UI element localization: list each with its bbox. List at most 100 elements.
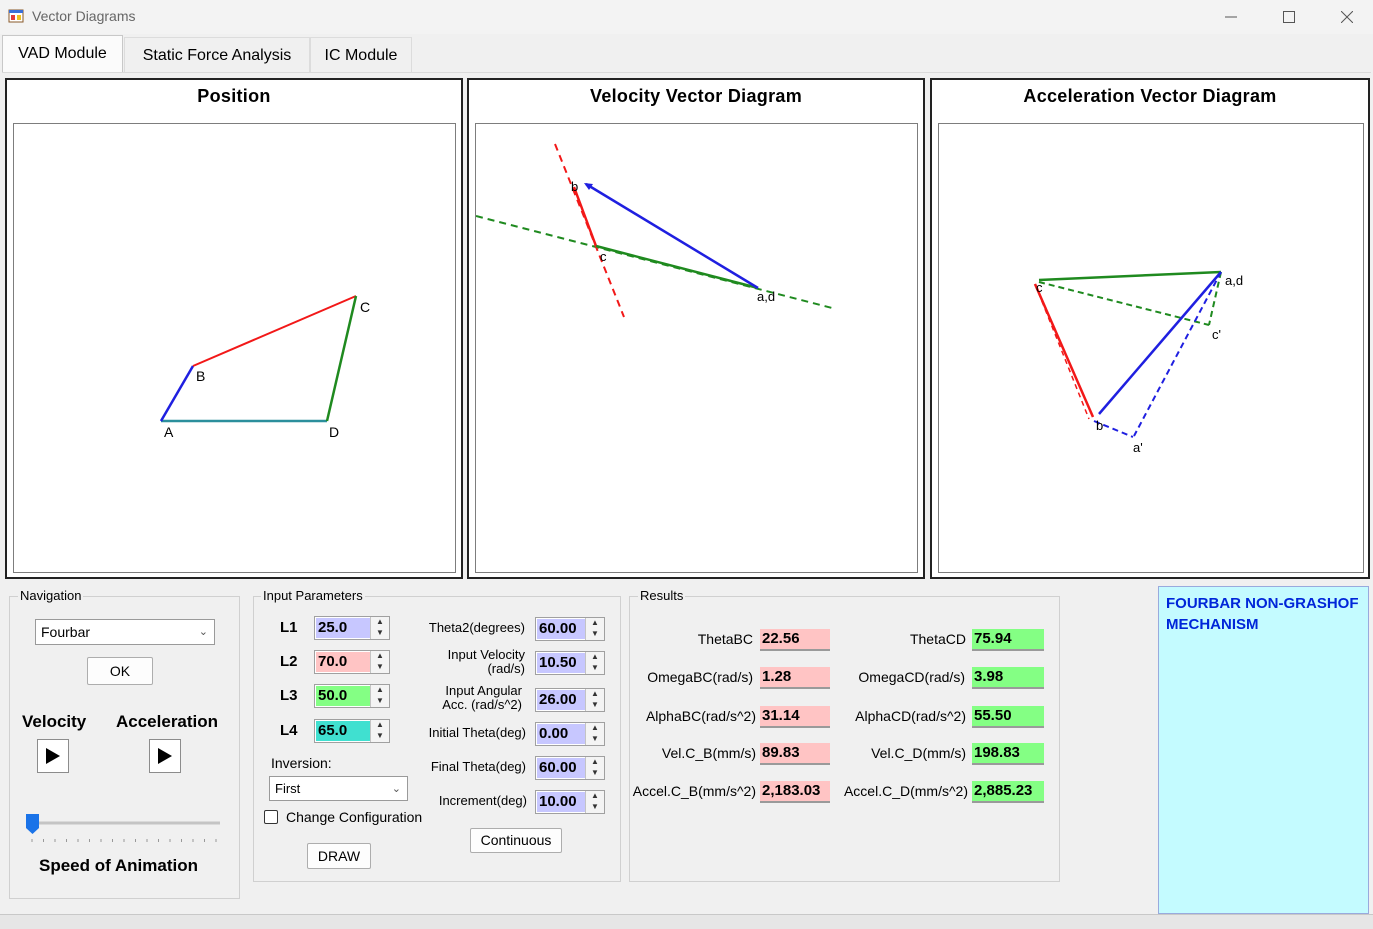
input-angular-acc-spinner[interactable]: 26.00 ▲ ▼ [535,688,605,712]
maximize-button[interactable] [1260,0,1318,34]
omega-cd-label: OmegaCD(rad/s) [858,669,965,685]
close-icon [1341,11,1353,23]
play-icon [46,748,60,764]
velocity-vector-cb [572,186,598,247]
l2-label: L2 [280,653,298,670]
theta-bc-value: 22.56 [760,629,830,651]
l4-value[interactable]: 65.0 [316,721,372,741]
input-angular-acc-value[interactable]: 26.00 [537,690,586,710]
maximize-icon [1283,11,1295,23]
spin-arrows-icon[interactable]: ▲ ▼ [585,723,604,745]
point-label-c: C [360,299,370,315]
final-theta-value[interactable]: 60.00 [537,758,586,778]
minimize-icon [1225,16,1237,18]
mechanism-select[interactable]: Fourbar ⌄ [35,619,215,645]
theta-cd-value: 75.94 [972,629,1044,651]
tab-static-force-analysis[interactable]: Static Force Analysis [124,37,310,72]
spin-arrows-icon[interactable]: ▲ ▼ [585,757,604,779]
accel-vector-bc-dashed [1034,283,1090,420]
alpha-cd-label: AlphaCD(rad/s^2) [855,708,966,724]
l1-label: L1 [280,619,298,636]
l4-label: L4 [280,722,298,739]
increment-value[interactable]: 10.00 [537,792,586,812]
spin-arrows-icon[interactable]: ▲ ▼ [370,685,389,707]
continuous-button[interactable]: Continuous [470,828,562,853]
initial-theta-value[interactable]: 0.00 [537,724,586,744]
accel-label-ad: a,d [1225,273,1243,288]
results-group-label: Results [638,588,686,603]
omega-cd-value: 3.98 [972,667,1044,689]
spin-arrows-icon[interactable]: ▲ ▼ [370,720,389,742]
increment-spinner[interactable]: 10.00 ▲ ▼ [535,790,605,814]
accel-cd-label: Accel.C_D(mm/s^2) [843,783,968,799]
spin-arrows-icon[interactable]: ▲ ▼ [585,618,604,640]
spin-arrows-icon[interactable]: ▲ ▼ [585,652,604,674]
l1-spinner[interactable]: 25.0 ▲ ▼ [314,616,390,640]
close-button[interactable] [1318,0,1373,34]
theta-bc-label: ThetaBC [697,631,753,647]
increment-label: Increment(deg) [438,793,527,808]
accel-vector-cd-dashed [1038,281,1210,326]
draw-button[interactable]: DRAW [307,843,371,869]
inversion-select[interactable]: First ⌄ [269,776,408,801]
velocity-panel-title: Velocity Vector Diagram [590,86,802,106]
accel-vector-ab-dashed [1133,271,1222,437]
l3-label: L3 [280,687,298,704]
velocity-play-button[interactable] [37,739,69,773]
change-configuration-checkbox[interactable] [264,810,278,824]
speed-slider[interactable] [24,812,224,844]
inversion-label: Inversion: [271,755,332,771]
velocity-vector-ab [585,182,759,290]
input-velocity-label: Input Velocity (rad/s) [447,647,525,676]
final-theta-label: Final Theta(deg) [430,759,526,774]
change-configuration-label[interactable]: Change Configuration [286,809,422,825]
tab-ic-module[interactable]: IC Module [310,37,412,72]
play-icon [158,748,172,764]
mechanism-description-text: FOURBAR NON-GRASHOF MECHANISM [1166,595,1359,633]
theta2-spinner[interactable]: 60.00 ▲ ▼ [535,617,605,641]
tab-vad-module[interactable]: VAD Module [2,35,123,72]
acceleration-play-button[interactable] [149,739,181,773]
final-theta-spinner[interactable]: 60.00 ▲ ▼ [535,756,605,780]
title-bar: Vector Diagrams [0,0,1373,34]
l3-spinner[interactable]: 50.0 ▲ ▼ [314,684,390,708]
alpha-bc-label: AlphaBC(rad/s^2) [645,708,756,724]
spin-arrows-icon[interactable]: ▲ ▼ [585,689,604,711]
vel-cd-label: Vel.C_D(mm/s) [871,745,966,761]
acceleration-label: Acceleration [116,712,219,731]
spin-arrows-icon[interactable]: ▲ ▼ [370,651,389,673]
velocity-label-c: c [600,249,607,264]
acceleration-panel-title: Acceleration Vector Diagram [1023,86,1277,106]
input-velocity-spinner[interactable]: 10.50 ▲ ▼ [535,651,605,675]
app-window-icon [8,9,24,23]
speed-of-animation-label: Speed of Animation [39,856,198,875]
ok-button[interactable]: OK [87,657,153,685]
l3-value[interactable]: 50.0 [316,686,372,706]
accel-cb-label: Accel.C_B(mm/s^2) [632,783,756,799]
input-velocity-value[interactable]: 10.50 [537,653,586,673]
l1-value[interactable]: 25.0 [316,618,372,638]
speed-slider-thumb[interactable] [26,814,39,834]
position-canvas: A B C D [13,123,456,573]
l4-spinner[interactable]: 65.0 ▲ ▼ [314,719,390,743]
spin-arrows-icon[interactable]: ▲ ▼ [585,791,604,813]
window-title: Vector Diagrams [32,8,136,24]
omega-bc-label: OmegaBC(rad/s) [647,669,753,685]
point-label-a: A [164,424,174,440]
l2-spinner[interactable]: 70.0 ▲ ▼ [314,650,390,674]
spin-arrows-icon[interactable]: ▲ ▼ [370,617,389,639]
alpha-bc-value: 31.14 [760,706,830,728]
speed-slider-ticks [31,839,217,842]
minimize-button[interactable] [1202,0,1260,34]
link-bc [192,295,357,367]
accel-label-cprime: c' [1212,327,1221,342]
point-label-b: B [196,368,205,384]
l2-value[interactable]: 70.0 [316,652,372,672]
inversion-select-value: First [275,781,301,796]
initial-theta-spinner[interactable]: 0.00 ▲ ▼ [535,722,605,746]
velocity-panel: Velocity Vector Diagram b c a,d [467,78,925,579]
vel-cb-value: 89.83 [760,743,830,765]
position-panel: Position A B C D [5,78,463,579]
bottom-strip [0,914,1373,929]
theta2-value[interactable]: 60.00 [537,619,586,639]
